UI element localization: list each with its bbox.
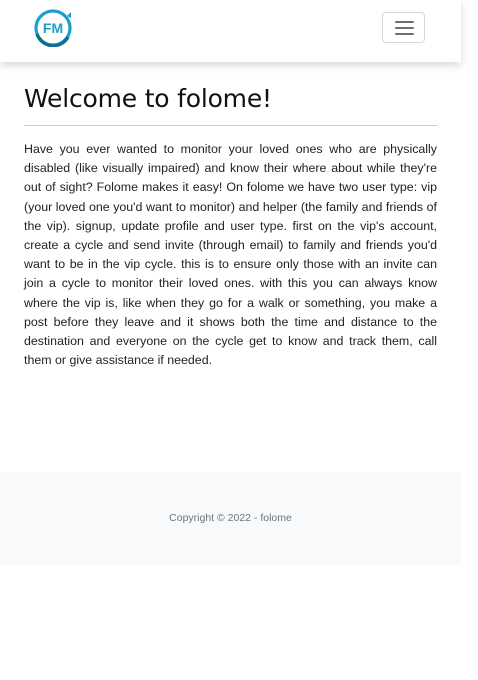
hamburger-menu-icon — [395, 21, 414, 35]
logo-link[interactable]: FM — [32, 9, 74, 48]
footer: Copyright © 2022 - folome — [0, 472, 461, 565]
folome-logo-icon: FM — [34, 9, 72, 48]
navbar: FM — [0, 0, 461, 62]
divider — [24, 125, 437, 126]
logo-text: FM — [43, 20, 63, 36]
page: FM Welcome to folome! Have you ever want… — [0, 0, 461, 680]
copyright-text: Copyright © 2022 - folome — [169, 512, 292, 524]
page-title: Welcome to folome! — [24, 84, 272, 113]
navbar-toggle-button[interactable] — [382, 12, 425, 43]
app-description: Have you ever wanted to monitor your lov… — [24, 142, 437, 368]
